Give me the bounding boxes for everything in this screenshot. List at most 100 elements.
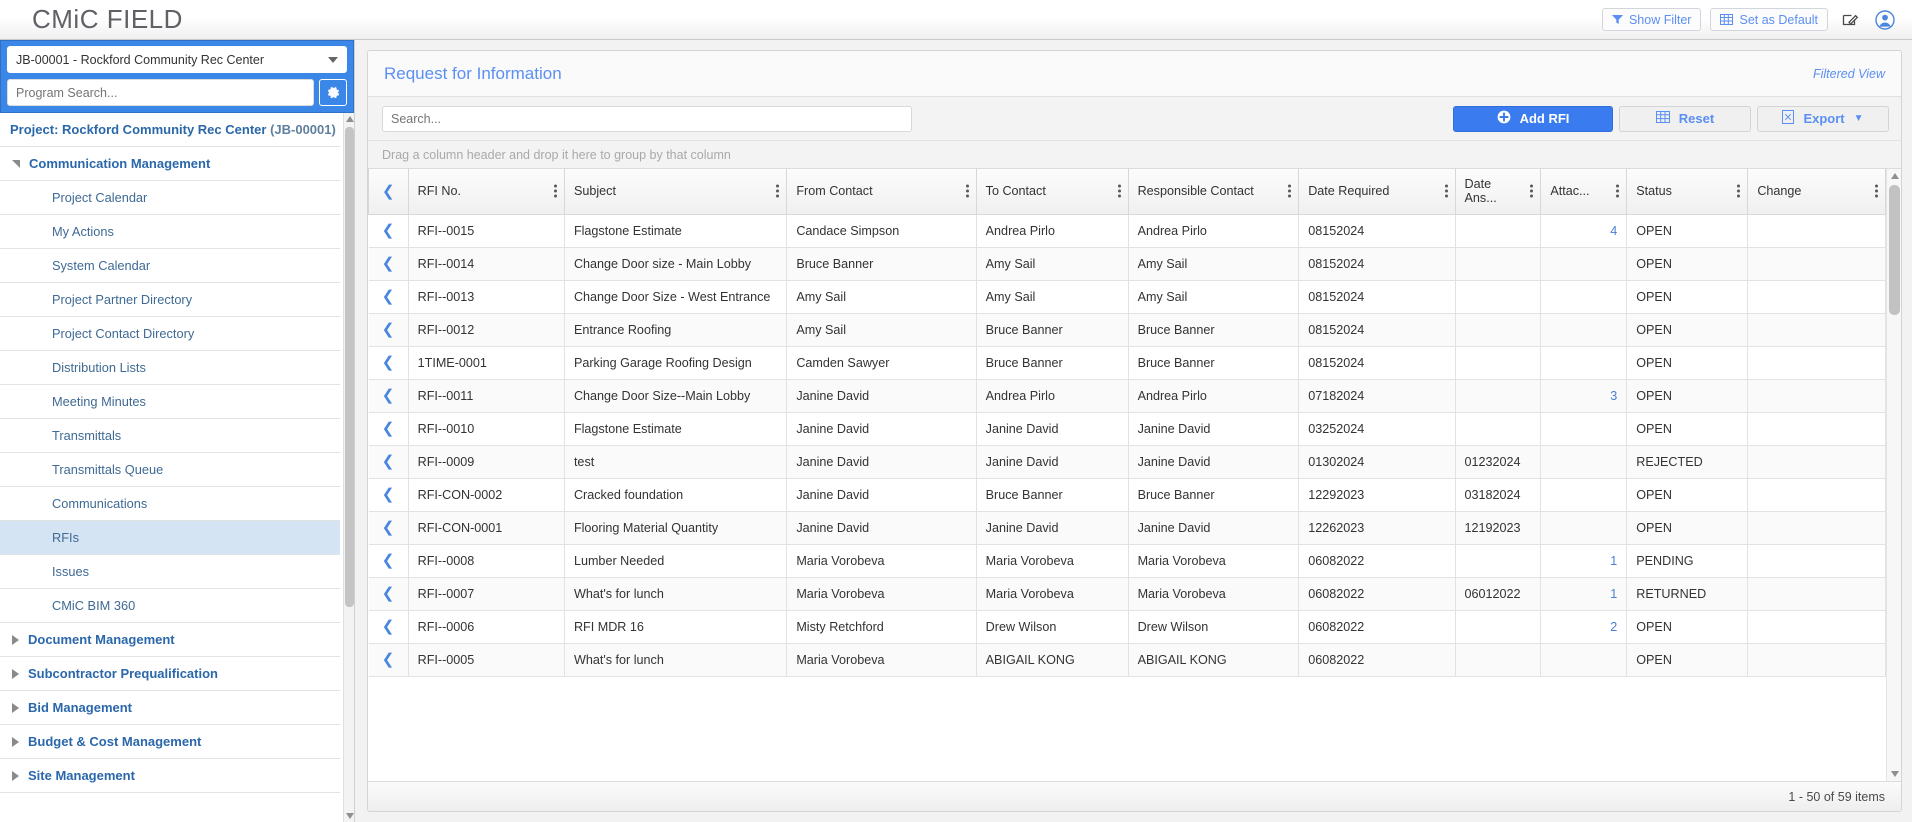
column-header-attachments[interactable]: Attac... [1540, 169, 1628, 215]
column-header-rfi-no[interactable]: RFI No. [407, 169, 565, 215]
column-header-from-contact[interactable]: From Contact [786, 169, 977, 215]
column-header-date-required[interactable]: Date Required [1298, 169, 1456, 215]
sidebar-item-distribution-lists[interactable]: Distribution Lists [0, 351, 340, 385]
scroll-up-arrow-icon[interactable] [344, 113, 354, 125]
sidebar-item-system-calendar[interactable]: System Calendar [0, 249, 340, 283]
sidebar-item-transmittals-queue[interactable]: Transmittals Queue [0, 453, 340, 487]
chevron-left-icon[interactable]: ❮ [382, 619, 395, 634]
set-as-default-button[interactable]: Set as Default [1710, 8, 1828, 31]
chevron-left-icon[interactable]: ❮ [382, 520, 395, 535]
sidebar-item-project-calendar[interactable]: Project Calendar [0, 181, 340, 215]
row-expand-toggle[interactable]: ❮ [368, 213, 409, 248]
row-expand-toggle[interactable]: ❮ [368, 510, 409, 545]
sidebar-scroll-thumb[interactable] [345, 127, 354, 607]
grid-scroll-thumb[interactable] [1889, 185, 1900, 315]
sidebar-item-my-actions[interactable]: My Actions [0, 215, 340, 249]
table-row[interactable]: ❮ RFI--0010 Flagstone Estimate Janine David… [368, 411, 1886, 446]
row-expand-toggle[interactable]: ❮ [368, 543, 409, 578]
table-row[interactable]: ❮ RFI--0005 What's for lunch Maria Vorobeva… [368, 642, 1886, 677]
column-header-subject[interactable]: Subject [563, 169, 788, 215]
chevron-left-icon[interactable]: ❮ [382, 184, 395, 199]
column-menu-icon[interactable] [1444, 184, 1448, 198]
sidebar-group-bid-management[interactable]: Bid Management [0, 691, 340, 725]
chevron-left-icon[interactable]: ❮ [382, 289, 395, 304]
row-expand-toggle[interactable]: ❮ [368, 444, 409, 479]
column-menu-icon[interactable] [776, 184, 780, 198]
scroll-down-arrow-icon[interactable] [344, 810, 354, 822]
sidebar-item-issues[interactable]: Issues [0, 555, 340, 589]
column-header-date-answered[interactable]: Date Ans... [1454, 169, 1542, 215]
chevron-left-icon[interactable]: ❮ [382, 553, 395, 568]
column-menu-icon[interactable] [1288, 184, 1292, 198]
gear-icon[interactable] [319, 79, 347, 106]
chevron-left-icon[interactable]: ❮ [382, 454, 395, 469]
sidebar-item-rfis[interactable]: RFIs [0, 521, 340, 555]
chevron-left-icon[interactable]: ❮ [382, 223, 395, 238]
column-menu-icon[interactable] [1875, 184, 1878, 198]
scroll-up-arrow-icon[interactable] [1887, 169, 1901, 183]
chevron-left-icon[interactable]: ❮ [382, 487, 395, 502]
column-menu-icon[interactable] [553, 184, 557, 198]
table-row[interactable]: ❮ RFI--0014 Change Door size - Main Lobby B… [368, 246, 1886, 281]
chevron-left-icon[interactable]: ❮ [382, 322, 395, 337]
column-menu-icon[interactable] [1737, 184, 1741, 198]
column-menu-icon[interactable] [1616, 184, 1620, 198]
show-filter-button[interactable]: Show Filter [1601, 8, 1702, 31]
sidebar-group-budget-cost-management[interactable]: Budget & Cost Management [0, 725, 340, 759]
row-expand-toggle[interactable]: ❮ [368, 411, 409, 446]
column-header-change[interactable]: Change [1747, 169, 1886, 215]
sidebar-group-communication-management[interactable]: Communication Management [0, 147, 340, 181]
export-button[interactable]: Export ▼ [1757, 105, 1889, 132]
table-row[interactable]: ❮ RFI--0009 test Janine David Janine David Ja… [368, 444, 1886, 479]
program-search-input[interactable] [7, 79, 314, 106]
column-menu-icon[interactable] [1117, 184, 1121, 198]
scroll-down-arrow-icon[interactable] [1887, 767, 1901, 781]
column-menu-icon[interactable] [965, 184, 969, 198]
group-by-dropzone[interactable]: Drag a column header and drop it here to… [368, 141, 1901, 169]
row-expand-toggle[interactable]: ❮ [368, 477, 409, 512]
table-row[interactable]: ❮ 1TIME-0001 Parking Garage Roofing Design… [368, 345, 1886, 380]
chevron-left-icon[interactable]: ❮ [382, 256, 395, 271]
sidebar-item-project-contact-directory[interactable]: Project Contact Directory [0, 317, 340, 351]
table-row[interactable]: ❮ RFI--0007 What's for lunch Maria Vorobeva… [368, 576, 1886, 611]
row-expand-toggle[interactable]: ❮ [368, 246, 409, 281]
column-menu-icon[interactable] [1530, 184, 1534, 198]
sidebar-item-transmittals[interactable]: Transmittals [0, 419, 340, 453]
column-header-responsible-contact[interactable]: Responsible Contact [1127, 169, 1300, 215]
sidebar-item-project-partner-directory[interactable]: Project Partner Directory [0, 283, 340, 317]
sidebar-item-cmic-bim-360[interactable]: CMiC BIM 360 [0, 589, 340, 623]
table-row[interactable]: ❮ RFI-CON-0002 Cracked foundation Janine Da… [368, 477, 1886, 512]
chevron-left-icon[interactable]: ❮ [382, 421, 395, 436]
row-expand-toggle[interactable]: ❮ [368, 378, 409, 413]
table-row[interactable]: ❮ RFI--0011 Change Door Size--Main Lobby Ja… [368, 378, 1886, 413]
row-expand-toggle[interactable]: ❮ [368, 345, 409, 380]
table-row[interactable]: ❮ RFI--0006 RFI MDR 16 Misty Retchford Drew … [368, 609, 1886, 644]
chevron-left-icon[interactable]: ❮ [382, 586, 395, 601]
table-row[interactable]: ❮ RFI--0015 Flagstone Estimate Candace Simp… [368, 213, 1886, 248]
chevron-left-icon[interactable]: ❮ [382, 652, 395, 667]
row-expand-toggle[interactable]: ❮ [368, 609, 409, 644]
chevron-left-icon[interactable]: ❮ [382, 355, 395, 370]
expand-all-header[interactable]: ❮ [368, 169, 409, 215]
table-row[interactable]: ❮ RFI-CON-0001 Flooring Material Quantity J… [368, 510, 1886, 545]
user-avatar-icon[interactable] [1872, 8, 1898, 32]
sidebar-scrollbar[interactable] [343, 113, 354, 822]
row-expand-toggle[interactable]: ❮ [368, 642, 409, 677]
row-expand-toggle[interactable]: ❮ [368, 576, 409, 611]
sidebar-item-communications[interactable]: Communications [0, 487, 340, 521]
edit-pencil-icon[interactable] [1837, 8, 1863, 32]
project-select[interactable]: JB-00001 - Rockford Community Rec Center [7, 46, 347, 73]
search-input[interactable] [382, 105, 912, 132]
sidebar-item-meeting-minutes[interactable]: Meeting Minutes [0, 385, 340, 419]
column-header-status[interactable]: Status [1626, 169, 1749, 215]
column-header-to-contact[interactable]: To Contact [975, 169, 1129, 215]
row-expand-toggle[interactable]: ❮ [368, 279, 409, 314]
row-expand-toggle[interactable]: ❮ [368, 312, 409, 347]
reset-button[interactable]: Reset [1619, 105, 1751, 132]
sidebar-group-subcontractor-prequalification[interactable]: Subcontractor Prequalification [0, 657, 340, 691]
sidebar-group-site-management[interactable]: Site Management [0, 759, 340, 793]
sidebar-group-document-management[interactable]: Document Management [0, 623, 340, 657]
table-row[interactable]: ❮ RFI--0012 Entrance Roofing Amy Sail Bruce … [368, 312, 1886, 347]
table-row[interactable]: ❮ RFI--0013 Change Door Size - West Entran… [368, 279, 1886, 314]
table-row[interactable]: ❮ RFI--0008 Lumber Needed Maria Vorobeva Mar… [368, 543, 1886, 578]
